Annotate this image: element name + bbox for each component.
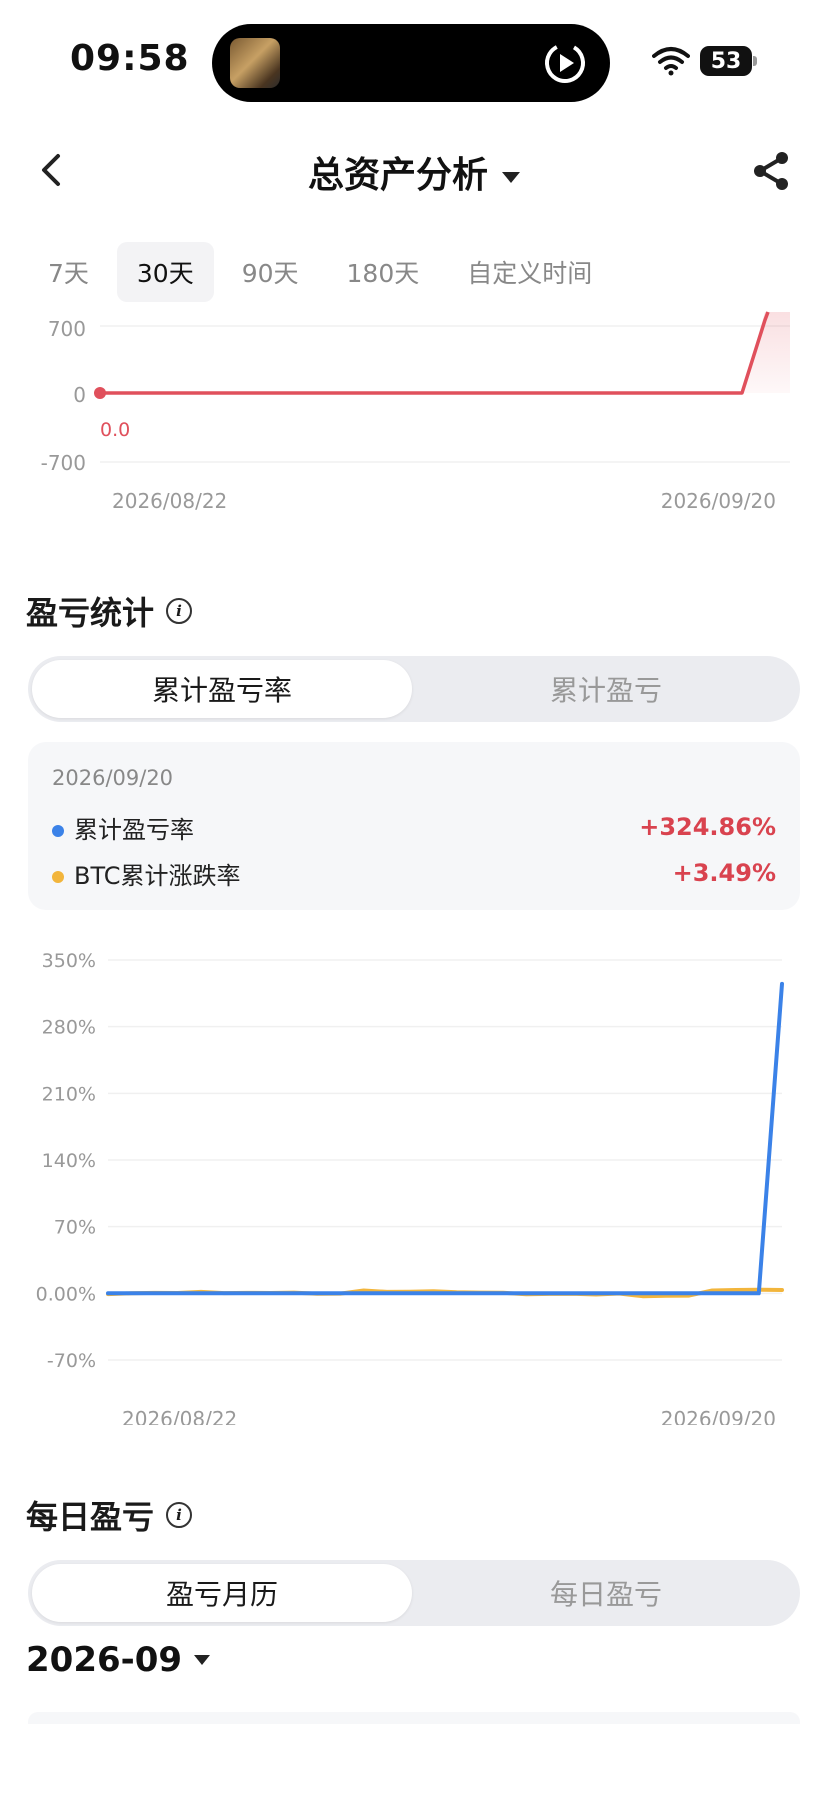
month-label: 2026-09	[26, 1640, 183, 1680]
month-selector[interactable]: 2026-09	[26, 1640, 211, 1680]
battery-indicator: 53	[700, 46, 752, 76]
dropdown-caret-icon	[194, 1655, 211, 1665]
asset-line	[100, 311, 770, 395]
rate-y-tick: 70%	[54, 1217, 96, 1239]
dynamic-island[interactable]	[212, 24, 610, 102]
asset-area-fill	[742, 312, 790, 393]
card-row-label: BTC累计涨跌率	[74, 861, 241, 890]
info-icon[interactable]: i	[166, 598, 193, 624]
asset-start-label: 0.0	[100, 419, 130, 441]
segment-daily-pnl[interactable]: 每日盈亏	[416, 1564, 796, 1622]
rate-x-label: 2026/08/22	[122, 1407, 237, 1425]
screen-record-icon	[545, 43, 585, 83]
page-title[interactable]: 总资产分析	[0, 146, 828, 198]
daily-pnl-title: 每日盈亏 i	[26, 1492, 193, 1538]
segment-pnl-calendar[interactable]: 盈亏月历	[32, 1564, 412, 1622]
segment-cumulative-rate[interactable]: 累计盈亏率	[32, 660, 412, 718]
range-tabs: 7天 30天 90天 180天 自定义时间	[28, 242, 620, 302]
segment-cumulative-pnl[interactable]: 累计盈亏	[416, 660, 796, 718]
range-tab-90d[interactable]: 90天	[222, 242, 319, 302]
pnl-stats-title-text: 盈亏统计	[26, 594, 155, 632]
dropdown-caret-icon	[502, 171, 520, 183]
range-tab-30d[interactable]: 30天	[116, 242, 214, 302]
rate-y-tick: -70%	[47, 1350, 96, 1372]
asset-y-tick: 700	[48, 317, 86, 341]
wifi-icon	[652, 47, 690, 76]
asset-y-tick: -700	[41, 451, 86, 475]
yellow-legend-dot	[52, 870, 64, 883]
blue-legend-dot	[52, 824, 64, 837]
card-row-label: 累计盈亏率	[74, 815, 194, 844]
rate-y-tick: 350%	[42, 950, 96, 972]
daily-pnl-title-text: 每日盈亏	[26, 1498, 155, 1536]
rate-y-tick: 0.00%	[36, 1283, 96, 1305]
card-row-label-wrap: 累计盈亏率	[52, 810, 194, 845]
pnl-rate-chart: 350% 280% 210% 140% 70% 0.00% -70% 2026/08/22 20…	[36, 950, 784, 1425]
share-icon[interactable]	[750, 150, 792, 192]
status-time: 09:58	[70, 38, 190, 79]
card-row-label-wrap: BTC累计涨跌率	[52, 856, 240, 891]
range-tab-180d[interactable]: 180天	[327, 242, 440, 302]
rate-y-tick: 210%	[42, 1083, 96, 1105]
pnl-stats-segmented-control: 累计盈亏率 累计盈亏	[28, 656, 800, 722]
asset-start-dot	[94, 387, 106, 399]
card-row-btc-rate: BTC累计涨跌率 +3.49%	[52, 856, 776, 890]
rate-y-tick: 280%	[42, 1017, 96, 1039]
calendar-card-edge	[28, 1712, 800, 1724]
range-tab-7d[interactable]: 7天	[28, 242, 109, 302]
asset-x-label: 2026/09/20	[661, 489, 776, 513]
card-date: 2026/09/20	[52, 766, 174, 790]
now-playing-thumbnail	[230, 38, 280, 88]
rate-y-tick: 140%	[42, 1150, 96, 1172]
asset-x-label: 2026/08/22	[112, 489, 227, 513]
pnl-tooltip-card: 2026/09/20 累计盈亏率 +324.86% BTC累计涨跌率 +3.49…	[28, 742, 800, 910]
card-row-cumulative-rate: 累计盈亏率 +324.86%	[52, 810, 776, 844]
page-title-text: 总资产分析	[307, 155, 488, 196]
daily-pnl-segmented-control: 盈亏月历 每日盈亏	[28, 1560, 800, 1626]
rate-series-line	[106, 981, 784, 1296]
card-row-value: +324.86%	[639, 813, 776, 841]
asset-y-tick: 0	[73, 383, 86, 407]
pnl-stats-title: 盈亏统计 i	[26, 588, 193, 634]
asset-chart: 700 0 -700 0.0 2026/08/22 2026/09/20	[41, 311, 790, 513]
battery-cap	[753, 56, 757, 66]
range-tab-custom[interactable]: 自定义时间	[447, 242, 612, 302]
info-icon[interactable]: i	[166, 1502, 193, 1528]
rate-x-label: 2026/09/20	[661, 1407, 776, 1425]
card-row-value: +3.49%	[672, 859, 776, 887]
